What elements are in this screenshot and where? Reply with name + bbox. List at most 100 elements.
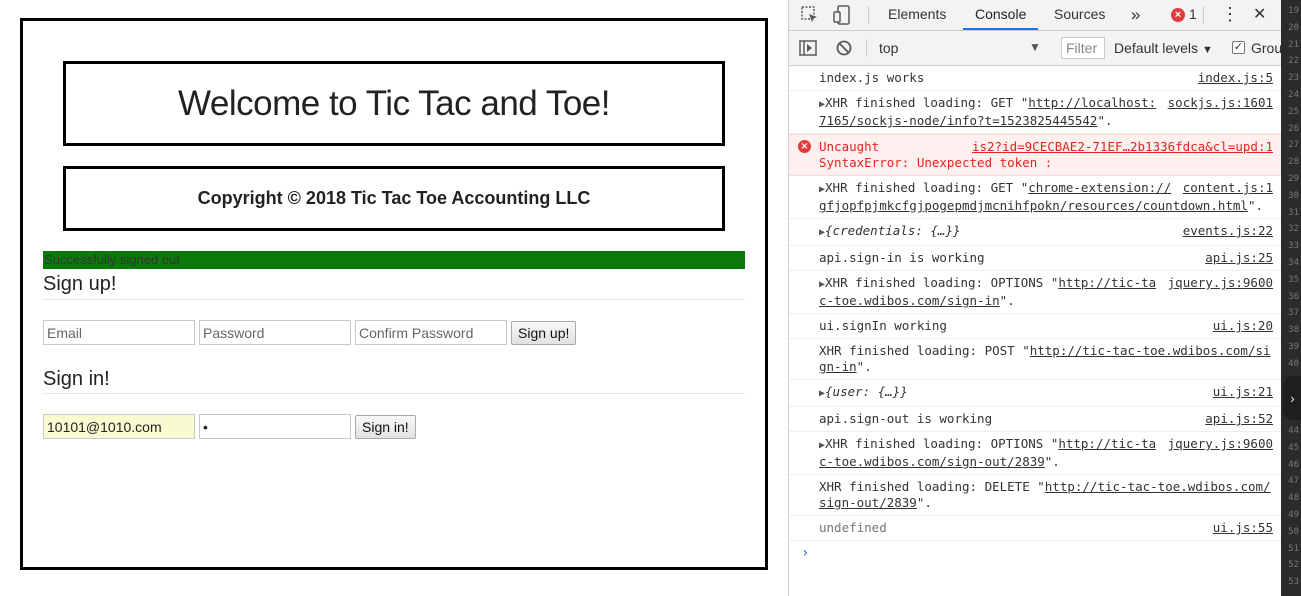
status-message: Successfully signed out <box>43 251 745 269</box>
gutter-line-number: 19 <box>1288 6 1299 16</box>
gutter-line-number: 48 <box>1288 493 1299 504</box>
tab-separator <box>1203 6 1204 24</box>
source-link[interactable]: api.js:25 <box>1205 250 1273 266</box>
clear-console-icon[interactable] <box>836 40 852 60</box>
gutter-line-number: 22 <box>1288 56 1299 67</box>
console-message-row[interactable]: ui.js:21 ▶{user: {…}} <box>789 380 1281 407</box>
console-toolbar: top ▼ Filter Default levels ▼ ✓ Group <box>789 31 1281 66</box>
console-message-row[interactable]: events.js:22 ▶{credentials: {…}} <box>789 219 1281 246</box>
gutter-line-number: 27 <box>1288 140 1299 151</box>
source-link[interactable]: ui.js:20 <box>1213 318 1273 334</box>
gutter-line-number: 20 <box>1288 22 1299 33</box>
message-text: {credentials: {…}} <box>825 223 961 238</box>
message-text: XHR finished loading: GET " <box>825 180 1029 195</box>
message-text: ". <box>1044 454 1060 469</box>
log-levels-dropdown[interactable]: Default levels ▼ <box>1114 40 1213 56</box>
source-link[interactable]: content.js:1 <box>1183 180 1273 196</box>
error-icon: × <box>798 140 811 153</box>
gutter-line-number: 29 <box>1288 174 1299 184</box>
gutter-line-number: 53 <box>1288 577 1299 588</box>
sign-in-email-input[interactable] <box>43 414 195 439</box>
source-link[interactable]: jquery.js:9600 <box>1168 275 1273 291</box>
sign-up-heading: Sign up! <box>43 273 117 295</box>
gutter-line-number: 32 <box>1288 224 1299 235</box>
source-link[interactable]: is2?id=9CECBAE2-71EF…2b1336fdca&cl=upd:1 <box>972 139 1273 155</box>
sign-up-button[interactable]: Sign up! <box>511 321 577 345</box>
console-message-row: XHR finished loading: POST "http://tic-t… <box>789 339 1281 380</box>
console-message-row[interactable]: sockjs.js:1601 ▶XHR finished loading: GET… <box>789 91 1281 134</box>
source-link[interactable]: api.js:52 <box>1205 411 1273 427</box>
message-text: XHR finished loading: OPTIONS " <box>825 436 1059 451</box>
title-box: Welcome to Tic Tac and Toe! <box>63 61 725 146</box>
message-text: ui.signIn working <box>819 318 947 333</box>
tab-console[interactable]: Console <box>963 0 1039 30</box>
context-dropdown-icon[interactable]: ▼ <box>1029 40 1041 54</box>
source-link[interactable]: ui.js:21 <box>1213 384 1273 400</box>
more-tabs-icon[interactable]: » <box>1131 0 1140 30</box>
console-message-row: ui.js:55 undefined <box>789 516 1281 541</box>
message-text: api.sign-in is working <box>819 250 985 265</box>
group-similar-label: Group <box>1251 40 1281 56</box>
sign-up-confirm-password-input[interactable] <box>355 320 507 345</box>
gutter-line-number: 33 <box>1288 241 1299 252</box>
message-text: api.sign-out is working <box>819 411 993 426</box>
toolbar-separator <box>866 39 867 57</box>
editor-gutter: 5352515049484746454443424140393837363534… <box>1281 0 1301 596</box>
filter-input[interactable]: Filter <box>1061 37 1105 59</box>
tab-separator <box>868 6 869 24</box>
sign-in-password-input[interactable] <box>199 414 351 439</box>
gutter-line-number: 25 <box>1288 106 1299 117</box>
gutter-line-number: 50 <box>1288 526 1299 537</box>
gutter-line-number: 31 <box>1288 207 1299 218</box>
gutter-line-number: 28 <box>1288 157 1299 168</box>
message-text: XHR finished loading: OPTIONS " <box>825 275 1059 290</box>
devtools-panel: Elements Console Sources » × 1 ⋮ ✕ top ▼… <box>788 0 1301 596</box>
more-menu-icon[interactable]: ⋮ <box>1221 0 1239 30</box>
message-text: undefined <box>819 520 887 535</box>
gutter-line-number: 36 <box>1288 291 1299 302</box>
device-toolbar-icon[interactable] <box>833 5 851 29</box>
gutter-line-number: 51 <box>1288 543 1299 554</box>
source-link[interactable]: ui.js:55 <box>1213 520 1273 536</box>
sign-in-divider <box>43 393 745 394</box>
log-levels-label: Default levels <box>1114 40 1199 56</box>
gutter-line-number: 52 <box>1288 560 1299 571</box>
gutter-line-number: 40 <box>1288 358 1299 369</box>
console-prompt[interactable]: › <box>789 541 1281 565</box>
inspect-element-icon[interactable] <box>801 6 819 28</box>
gutter-line-number: 34 <box>1288 258 1299 268</box>
gutter-line-number: 39 <box>1288 342 1299 352</box>
console-message-row[interactable]: jquery.js:9600 ▶XHR finished loading: OPT… <box>789 271 1281 314</box>
console-message-row: ui.js:20 ui.signIn working <box>789 314 1281 339</box>
error-count-icon[interactable]: × <box>1171 8 1185 22</box>
source-link[interactable]: jquery.js:9600 <box>1168 436 1273 452</box>
gutter-line-number: 26 <box>1288 123 1299 134</box>
console-error-row: × is2?id=9CECBAE2-71EF…2b1336fdca&cl=upd:… <box>789 134 1281 176</box>
message-text: ". <box>1097 113 1113 128</box>
group-similar-checkbox[interactable]: ✓ <box>1232 41 1245 54</box>
gutter-line-number: 24 <box>1288 90 1299 100</box>
gutter-line-number: 23 <box>1288 73 1299 84</box>
tab-elements[interactable]: Elements <box>888 0 946 30</box>
tab-sources[interactable]: Sources <box>1054 0 1105 30</box>
source-link[interactable]: index.js:5 <box>1198 70 1273 86</box>
gutter-line-number: 45 <box>1288 442 1299 453</box>
sign-in-button[interactable]: Sign in! <box>355 415 416 439</box>
source-link[interactable]: sockjs.js:1601 <box>1168 95 1273 111</box>
message-text: ". <box>1247 198 1264 213</box>
gutter-line-number: 44 <box>1288 426 1299 436</box>
message-text: ". <box>916 495 932 510</box>
sign-up-password-input[interactable] <box>199 320 351 345</box>
close-devtools-icon[interactable]: ✕ <box>1253 0 1266 30</box>
sidebar-toggle-icon[interactable] <box>799 40 817 60</box>
context-select[interactable]: top <box>879 40 898 56</box>
error-count[interactable]: 1 <box>1189 0 1197 30</box>
chevron-right-icon[interactable]: › <box>1283 376 1301 420</box>
console-message-row[interactable]: content.js:1 ▶XHR finished loading: GET "… <box>789 176 1281 219</box>
source-link[interactable]: events.js:22 <box>1183 223 1273 239</box>
page-title: Welcome to Tic Tac and Toe! <box>177 83 611 123</box>
console-message-row[interactable]: jquery.js:9600 ▶XHR finished loading: OPT… <box>789 432 1281 475</box>
copyright-text: Copyright © 2018 Tic Tac Toe Accounting … <box>197 188 591 208</box>
message-text: XHR finished loading: DELETE " <box>819 479 1045 494</box>
sign-up-email-input[interactable] <box>43 320 195 345</box>
